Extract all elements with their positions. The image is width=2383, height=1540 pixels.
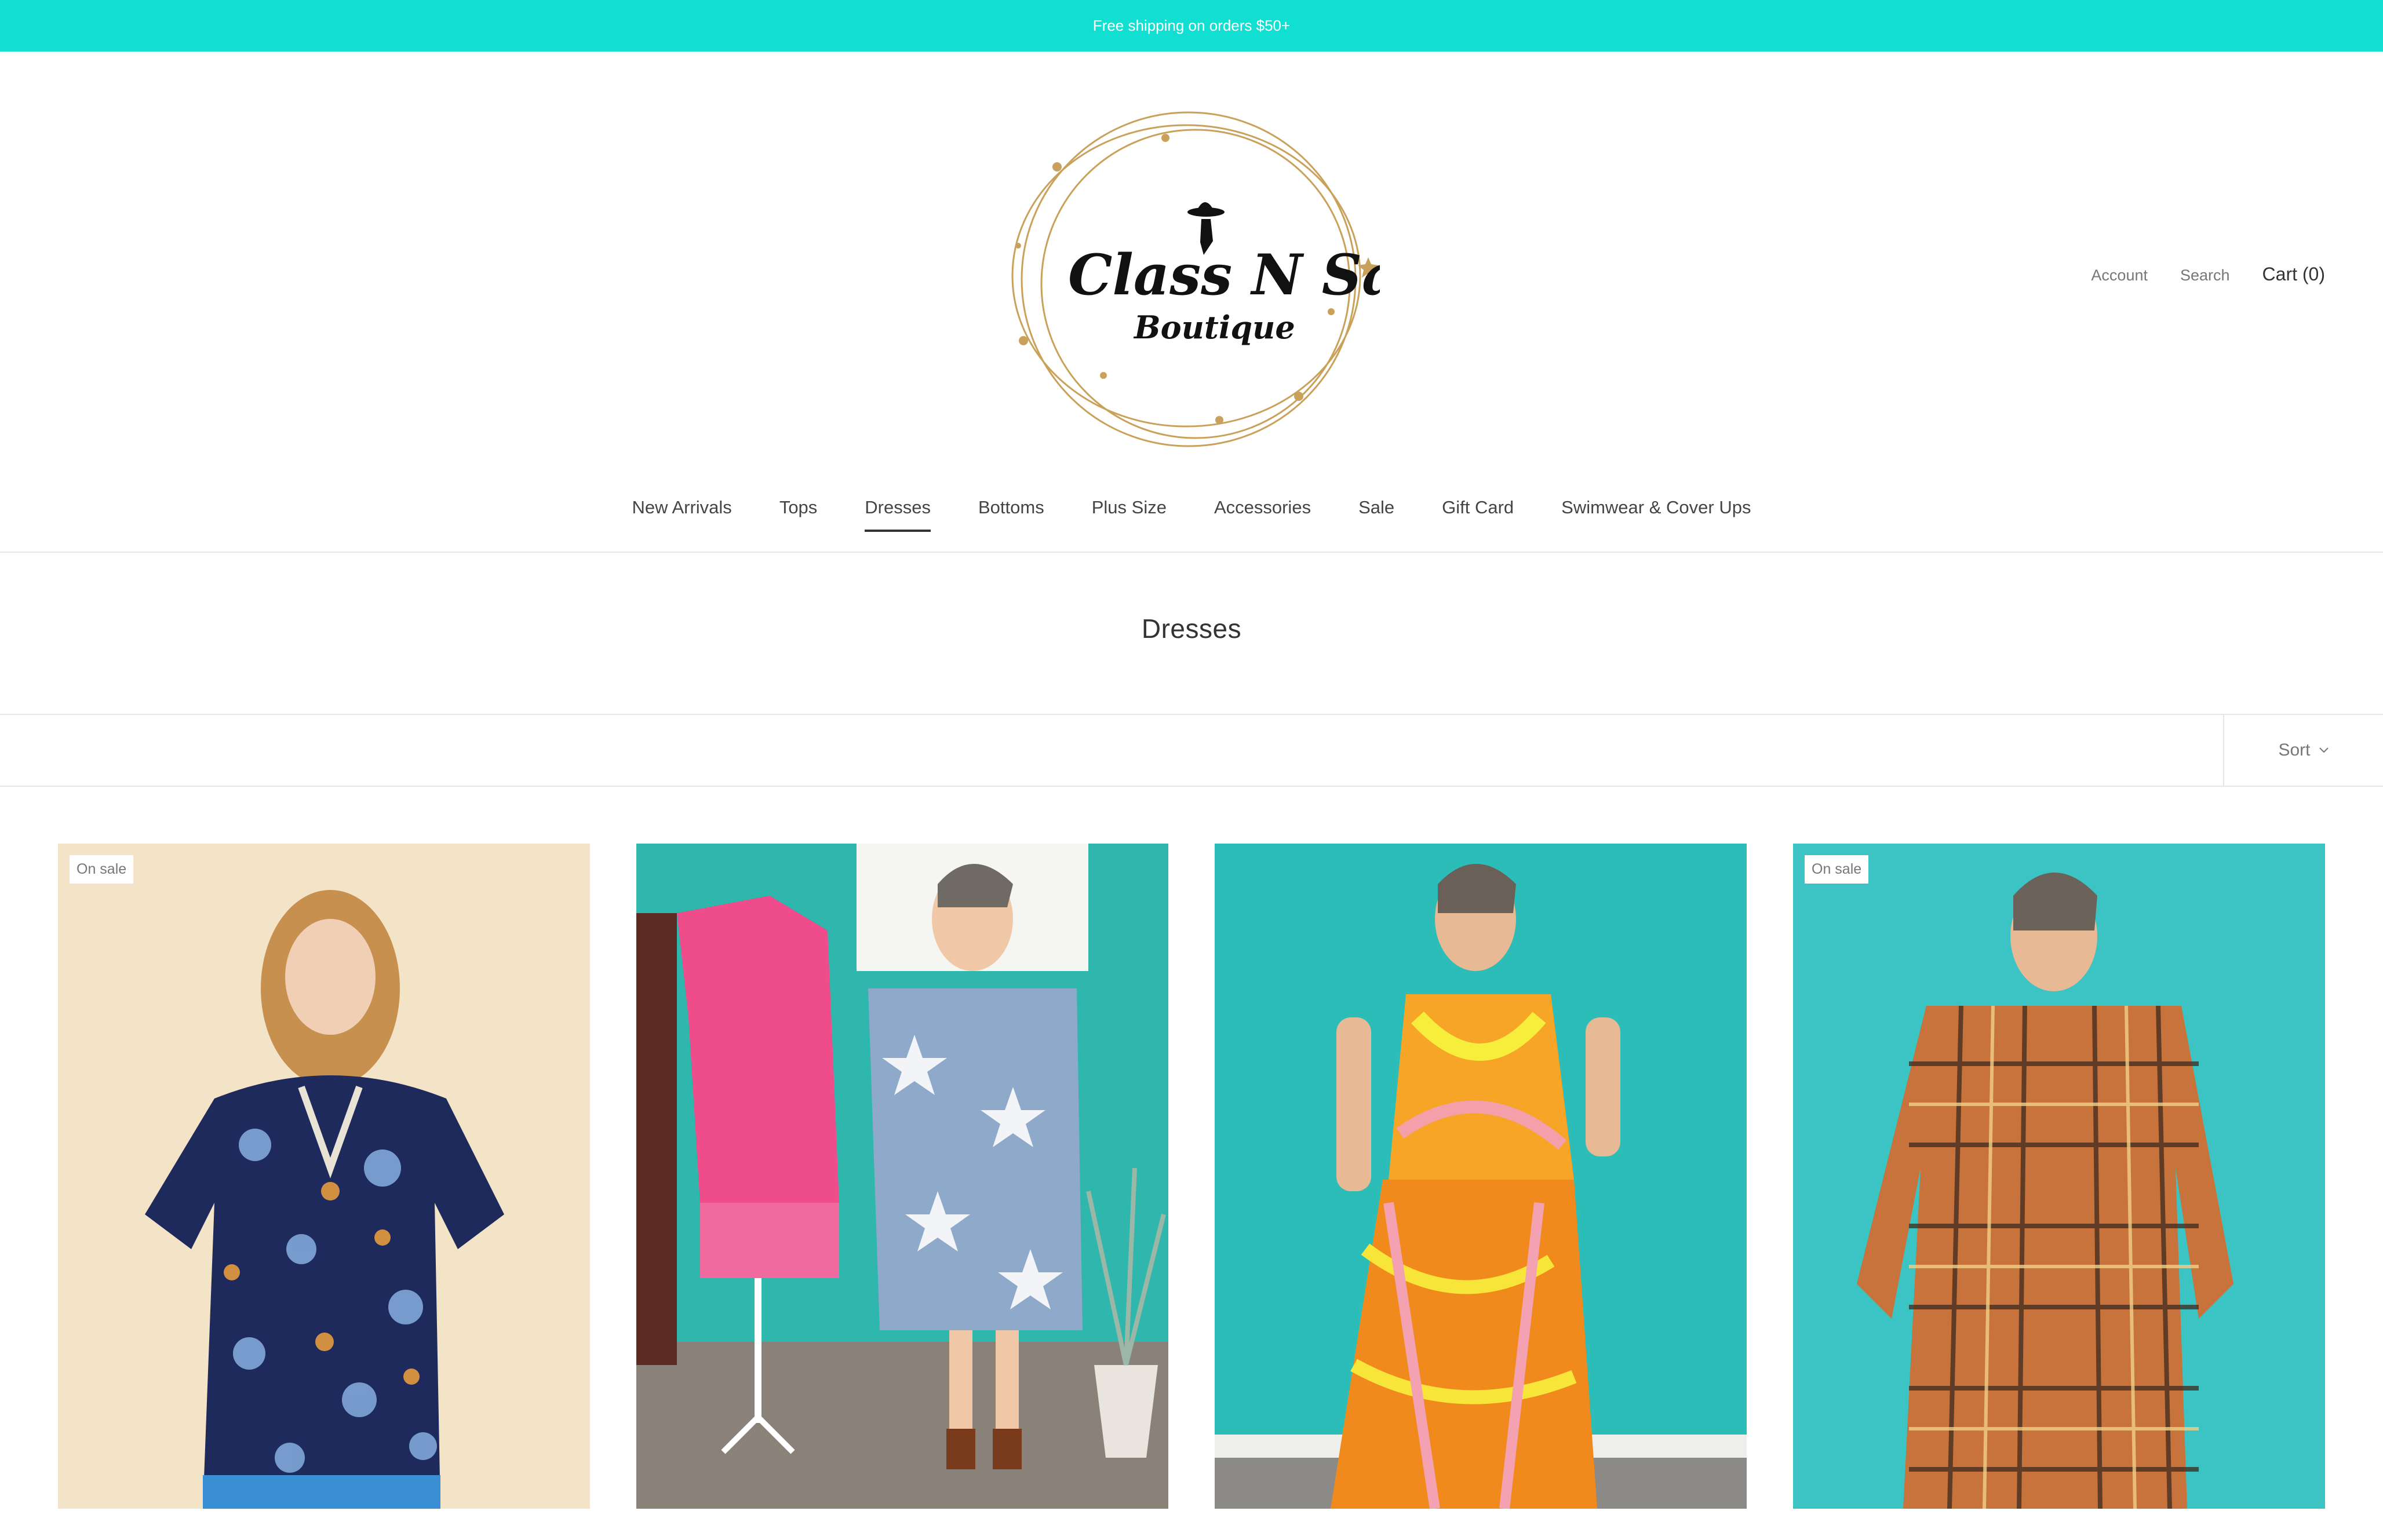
nav-item-swimwear[interactable]: Swimwear & Cover Ups <box>1561 497 1751 532</box>
cart-link[interactable]: Cart (0) <box>2262 264 2325 285</box>
logo-wordmark: Class N Sass <box>1068 242 1380 308</box>
product-image[interactable] <box>1215 844 1747 1509</box>
nav-divider <box>0 552 2383 553</box>
sale-badge: On sale <box>70 855 134 884</box>
collection-toolbar: Sort <box>0 714 2383 786</box>
product-image[interactable]: On sale <box>1793 844 2325 1509</box>
nav-item-bottoms[interactable]: Bottoms <box>978 497 1044 532</box>
product-card[interactable]: On sale <box>58 844 590 1509</box>
product-image[interactable]: On sale <box>58 844 590 1509</box>
brand-logo[interactable]: Class N Sass Boutique <box>997 109 1460 451</box>
search-link[interactable]: Search <box>2180 267 2230 284</box>
product-card[interactable]: On sale <box>1793 844 2325 1509</box>
nav-item-tops[interactable]: Tops <box>779 497 817 532</box>
product-card[interactable] <box>636 844 1168 1509</box>
nav-item-plus-size[interactable]: Plus Size <box>1092 497 1167 532</box>
nav-item-gift-card[interactable]: Gift Card <box>1442 497 1514 532</box>
sort-label: Sort <box>2278 740 2311 760</box>
header-actions: Account Search Cart (0) <box>2091 264 2325 285</box>
chevron-down-icon <box>2319 747 2329 753</box>
page-title: Dresses <box>1141 614 1242 644</box>
sale-badge: On sale <box>1805 855 1869 884</box>
account-link[interactable]: Account <box>2091 267 2148 284</box>
product-card[interactable] <box>1215 844 1747 1509</box>
sort-button[interactable]: Sort <box>2223 714 2383 786</box>
product-image[interactable] <box>636 844 1168 1509</box>
logo-subwordmark: Boutique <box>1133 309 1295 346</box>
nav-item-new-arrivals[interactable]: New Arrivals <box>632 497 732 532</box>
announcement-bar: Free shipping on orders $50+ <box>0 0 2383 52</box>
toolbar-bottom-divider <box>0 786 2383 787</box>
nav-item-dresses[interactable]: Dresses <box>865 497 931 532</box>
main-nav: New Arrivals Tops Dresses Bottoms Plus S… <box>0 497 2383 532</box>
nav-item-sale[interactable]: Sale <box>1358 497 1394 532</box>
announcement-text: Free shipping on orders $50+ <box>1092 17 1291 34</box>
nav-item-accessories[interactable]: Accessories <box>1214 497 1311 532</box>
logo-emblem: Class N Sass Boutique <box>1011 111 1460 447</box>
